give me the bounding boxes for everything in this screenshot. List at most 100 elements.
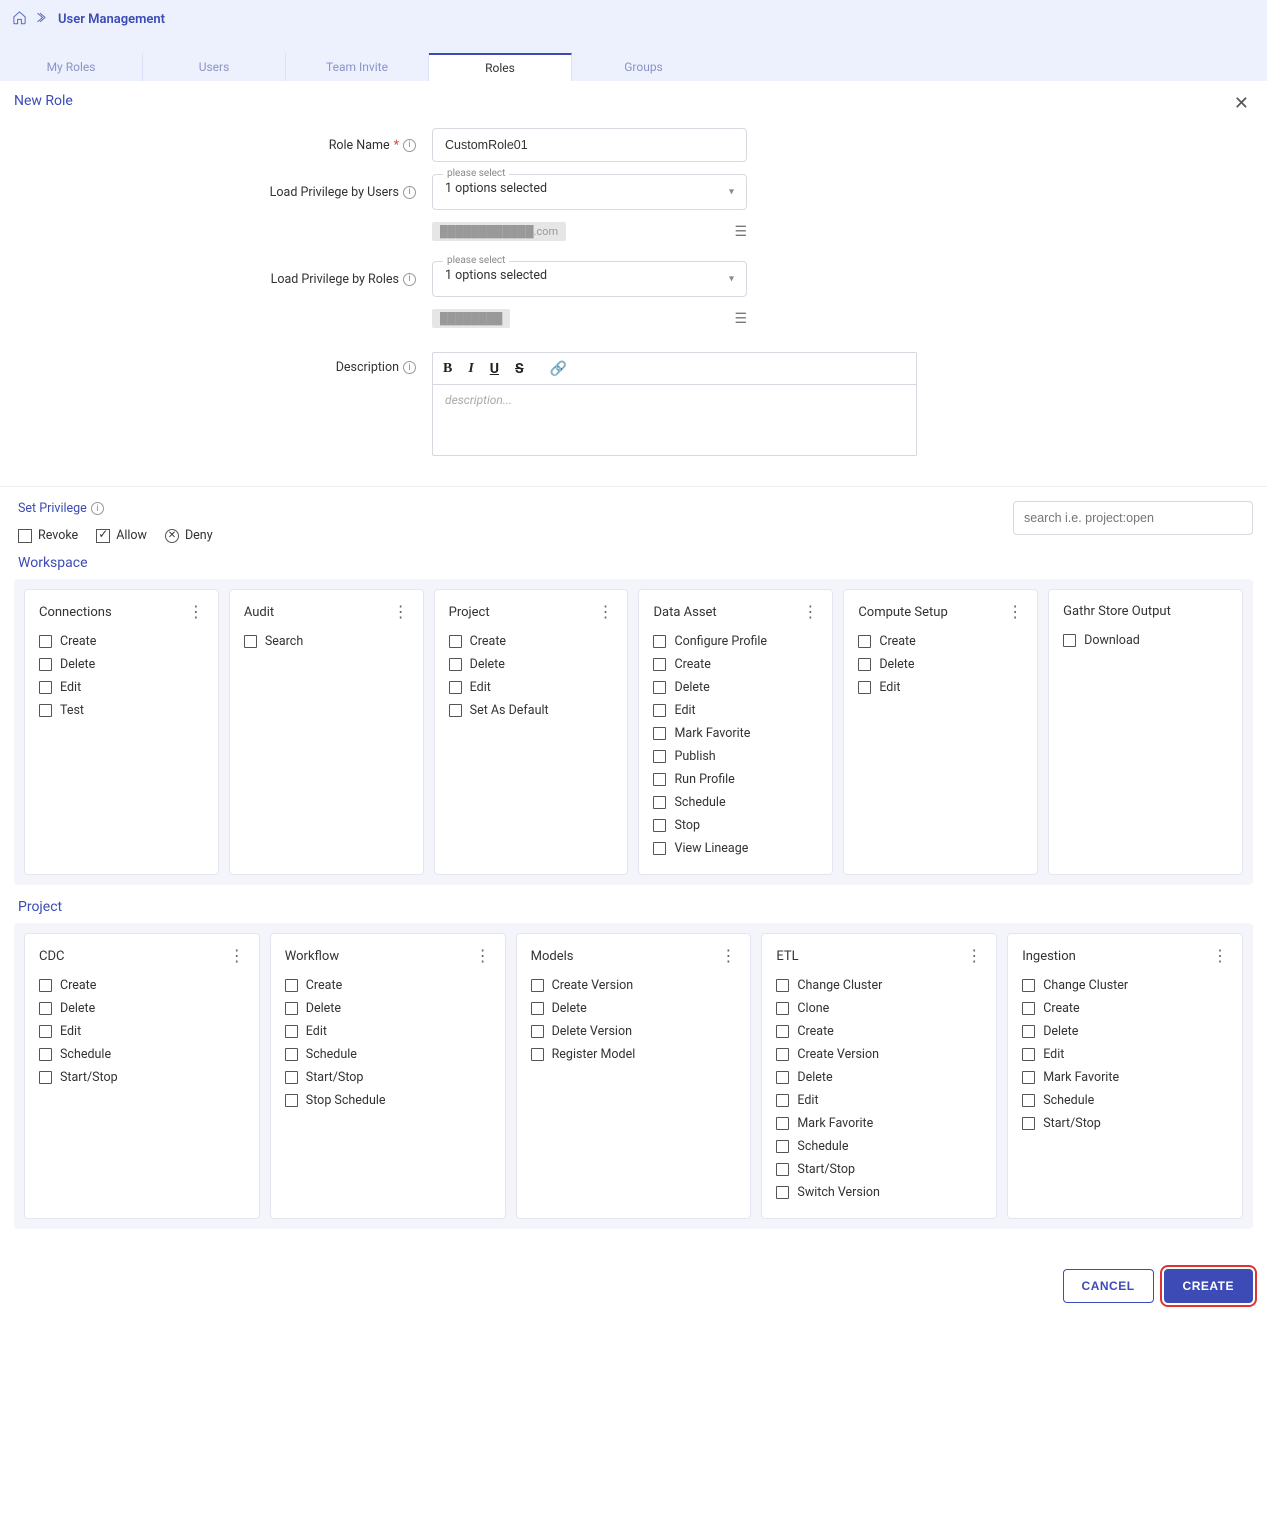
privilege-item[interactable]: Create (858, 634, 1023, 649)
description-body[interactable]: description... (433, 385, 916, 455)
privilege-item[interactable]: Start/Stop (39, 1070, 245, 1085)
checkbox[interactable] (776, 1117, 789, 1130)
checkbox[interactable] (653, 704, 666, 717)
breadcrumb-link[interactable]: User Management (58, 12, 165, 27)
list-icon[interactable]: ☰ (734, 311, 747, 327)
checkbox[interactable] (776, 1163, 789, 1176)
privilege-item[interactable]: Switch Version (776, 1185, 982, 1200)
checkbox[interactable] (776, 979, 789, 992)
checkbox[interactable] (1063, 634, 1076, 647)
checkbox[interactable] (653, 658, 666, 671)
load-users-select[interactable]: please select 1 options selected ▾ (432, 174, 747, 210)
strike-icon[interactable]: S (515, 361, 524, 377)
privilege-item[interactable]: Create Version (531, 978, 737, 993)
italic-icon[interactable]: I (468, 361, 473, 377)
privilege-item[interactable]: Create (285, 978, 491, 993)
bold-icon[interactable]: B (443, 361, 452, 377)
privilege-item[interactable]: Stop Schedule (285, 1093, 491, 1108)
privilege-item[interactable]: Download (1063, 633, 1228, 648)
checkbox[interactable] (39, 1025, 52, 1038)
checkbox[interactable] (653, 819, 666, 832)
privilege-search-input[interactable] (1013, 501, 1253, 535)
checkbox[interactable] (1022, 1117, 1035, 1130)
checkbox[interactable] (653, 773, 666, 786)
tab-roles[interactable]: Roles (429, 53, 572, 81)
privilege-item[interactable]: Start/Stop (1022, 1116, 1228, 1131)
checkbox[interactable] (1022, 979, 1035, 992)
link-icon[interactable]: 🔗 (550, 361, 567, 377)
privilege-item[interactable]: Delete (1022, 1024, 1228, 1039)
checkbox[interactable] (285, 1048, 298, 1061)
cancel-button[interactable]: CANCEL (1063, 1269, 1154, 1303)
checkbox[interactable] (285, 1002, 298, 1015)
mode-deny[interactable]: ✕Deny (165, 528, 213, 543)
info-icon[interactable]: i (403, 273, 416, 286)
privilege-item[interactable]: Test (39, 703, 204, 718)
info-icon[interactable]: i (403, 139, 416, 152)
load-roles-select[interactable]: please select 1 options selected ▾ (432, 261, 747, 297)
privilege-item[interactable]: Edit (653, 703, 818, 718)
privilege-item[interactable]: Delete Version (531, 1024, 737, 1039)
checkbox[interactable] (285, 1025, 298, 1038)
checkbox[interactable] (285, 1094, 298, 1107)
privilege-item[interactable]: Edit (285, 1024, 491, 1039)
mode-revoke[interactable]: Revoke (18, 528, 78, 543)
kebab-icon[interactable]: ⋮ (1212, 948, 1228, 964)
privilege-item[interactable]: Delete (449, 657, 614, 672)
checkbox[interactable] (776, 1025, 789, 1038)
privilege-item[interactable]: Mark Favorite (776, 1116, 982, 1131)
checkbox[interactable] (1022, 1002, 1035, 1015)
role-name-input[interactable] (432, 128, 747, 162)
privilege-item[interactable]: Edit (776, 1093, 982, 1108)
checkbox[interactable] (653, 796, 666, 809)
privilege-item[interactable]: Mark Favorite (1022, 1070, 1228, 1085)
info-icon[interactable]: i (91, 502, 104, 515)
kebab-icon[interactable]: ⋮ (966, 948, 982, 964)
checkbox[interactable] (1022, 1048, 1035, 1061)
privilege-item[interactable]: Delete (776, 1070, 982, 1085)
checkbox[interactable] (531, 1002, 544, 1015)
list-icon[interactable]: ☰ (734, 224, 747, 240)
privilege-item[interactable]: Create (1022, 1001, 1228, 1016)
privilege-item[interactable]: Delete (531, 1001, 737, 1016)
checkbox[interactable] (39, 681, 52, 694)
privilege-item[interactable]: Configure Profile (653, 634, 818, 649)
checkbox[interactable] (776, 1071, 789, 1084)
privilege-item[interactable]: Create (776, 1024, 982, 1039)
checkbox[interactable] (531, 1048, 544, 1061)
privilege-item[interactable]: Delete (858, 657, 1023, 672)
checkbox[interactable] (1022, 1094, 1035, 1107)
checkbox[interactable] (776, 1140, 789, 1153)
checkbox[interactable] (39, 658, 52, 671)
checkbox[interactable] (776, 1094, 789, 1107)
tab-team-invite[interactable]: Team Invite (286, 53, 429, 81)
checkbox[interactable] (285, 979, 298, 992)
kebab-icon[interactable]: ⋮ (720, 948, 736, 964)
privilege-item[interactable]: Edit (449, 680, 614, 695)
checkbox[interactable] (653, 727, 666, 740)
privilege-item[interactable]: Change Cluster (776, 978, 982, 993)
description-editor[interactable]: B I U S 🔗 description... (432, 352, 917, 456)
close-icon[interactable]: ✕ (1234, 93, 1253, 114)
checkbox[interactable] (653, 750, 666, 763)
privilege-item[interactable]: Clone (776, 1001, 982, 1016)
info-icon[interactable]: i (403, 186, 416, 199)
privilege-item[interactable]: Stop (653, 818, 818, 833)
kebab-icon[interactable]: ⋮ (393, 604, 409, 620)
privilege-item[interactable]: Edit (39, 680, 204, 695)
privilege-item[interactable]: Register Model (531, 1047, 737, 1062)
privilege-item[interactable]: Create (449, 634, 614, 649)
privilege-item[interactable]: Edit (858, 680, 1023, 695)
privilege-item[interactable]: Schedule (39, 1047, 245, 1062)
checkbox[interactable] (653, 635, 666, 648)
kebab-icon[interactable]: ⋮ (597, 604, 613, 620)
privilege-item[interactable]: Run Profile (653, 772, 818, 787)
tab-my-roles[interactable]: My Roles (0, 53, 143, 81)
checkbox[interactable] (531, 979, 544, 992)
privilege-item[interactable]: Search (244, 634, 409, 649)
checkbox[interactable] (285, 1071, 298, 1084)
checkbox[interactable] (653, 842, 666, 855)
privilege-item[interactable]: Create Version (776, 1047, 982, 1062)
privilege-item[interactable]: Delete (285, 1001, 491, 1016)
checkbox[interactable] (653, 681, 666, 694)
